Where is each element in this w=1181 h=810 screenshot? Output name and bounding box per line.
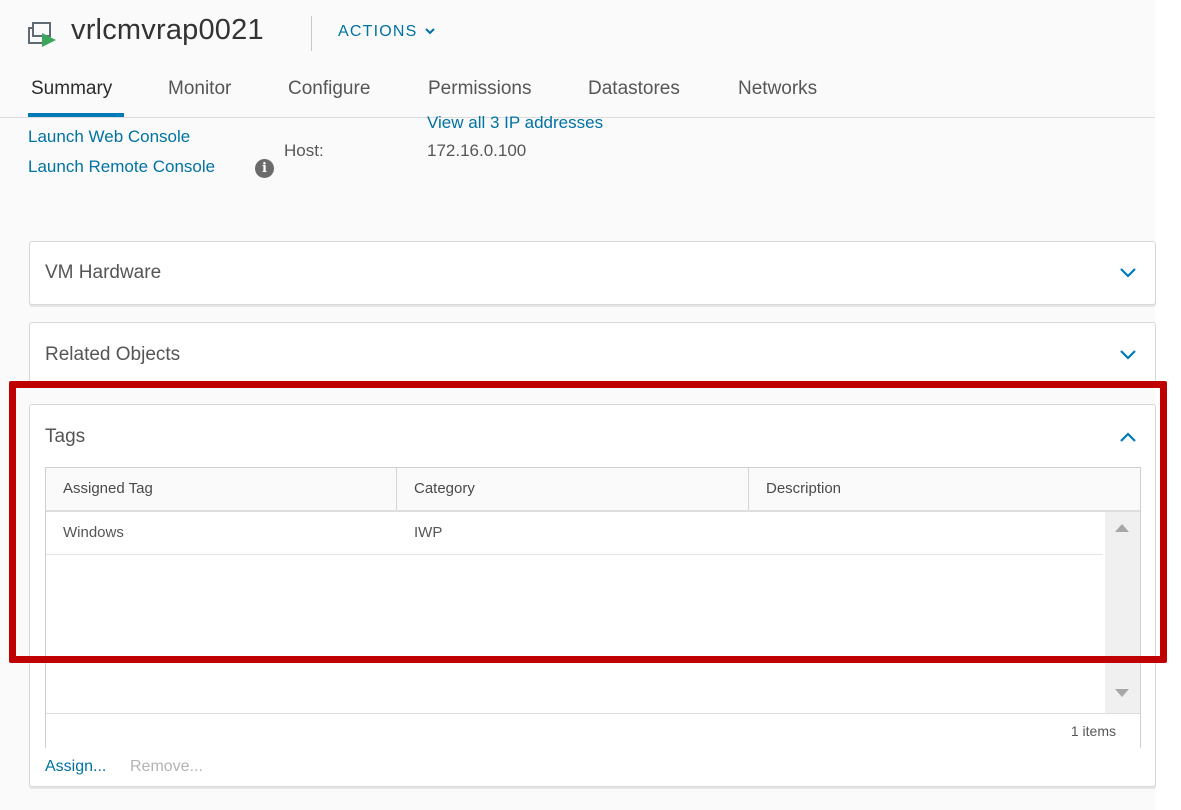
remove-tag-link: Remove... — [130, 758, 203, 775]
tab-permissions[interactable]: Permissions — [428, 78, 531, 100]
tab-summary[interactable]: Summary — [31, 78, 112, 100]
column-resize-handle[interactable] — [748, 468, 749, 510]
chevron-down-icon[interactable] — [1119, 267, 1137, 279]
actions-button[interactable]: ACTIONS — [338, 23, 435, 41]
actions-label: ACTIONS — [338, 23, 418, 40]
column-header-description[interactable]: Description — [766, 480, 841, 497]
grid-header: Assigned Tag Category Description — [46, 468, 1140, 512]
tags-card: Tags Assigned Tag Category Description W… — [29, 404, 1156, 787]
vm-title: vrlcmvrap0021 — [71, 14, 264, 46]
host-value: 172.16.0.100 — [427, 141, 527, 160]
column-header-assigned-tag[interactable]: Assigned Tag — [63, 480, 153, 497]
chevron-up-icon[interactable] — [1119, 431, 1137, 443]
related-objects-card[interactable]: Related Objects — [29, 322, 1156, 386]
column-header-category[interactable]: Category — [414, 480, 475, 497]
assign-tag-link[interactable]: Assign... — [45, 758, 106, 776]
chevron-down-icon — [425, 28, 435, 35]
cell-category: IWP — [414, 524, 443, 541]
cell-assigned-tag: Windows — [63, 524, 124, 541]
card-title: Tags — [45, 426, 86, 447]
item-count: 1 items — [1070, 723, 1116, 739]
vm-icon — [28, 22, 56, 47]
header-divider — [311, 16, 312, 51]
vm-summary-page: vrlcmvrap0021 ACTIONS Summary Monitor Co… — [0, 0, 1167, 810]
vertical-scrollbar[interactable] — [1105, 512, 1140, 713]
tab-datastores[interactable]: Datastores — [588, 78, 680, 100]
tab-monitor[interactable]: Monitor — [168, 78, 231, 100]
column-resize-handle[interactable] — [396, 468, 397, 510]
tab-networks[interactable]: Networks — [738, 78, 817, 100]
tags-grid: Assigned Tag Category Description Window… — [45, 467, 1141, 748]
view-ip-addresses-link[interactable]: View all 3 IP addresses — [427, 113, 603, 133]
launch-web-console-link[interactable]: Launch Web Console — [28, 127, 190, 147]
tab-configure[interactable]: Configure — [288, 78, 370, 100]
host-label: Host: — [284, 141, 324, 160]
launch-remote-console-link[interactable]: Launch Remote Console — [28, 157, 215, 177]
info-icon[interactable]: i — [255, 159, 274, 178]
tab-bar: Summary Monitor Configure Permissions Da… — [0, 78, 1155, 118]
vm-hardware-card[interactable]: VM Hardware — [29, 241, 1156, 305]
chevron-down-icon[interactable] — [1119, 349, 1137, 361]
card-title: Related Objects — [45, 344, 181, 365]
table-row[interactable]: Windows IWP — [46, 512, 1103, 555]
scroll-down-icon[interactable] — [1115, 689, 1129, 697]
card-title: VM Hardware — [45, 262, 162, 283]
grid-footer: 1 items — [46, 713, 1140, 748]
scroll-up-icon[interactable] — [1115, 524, 1129, 532]
